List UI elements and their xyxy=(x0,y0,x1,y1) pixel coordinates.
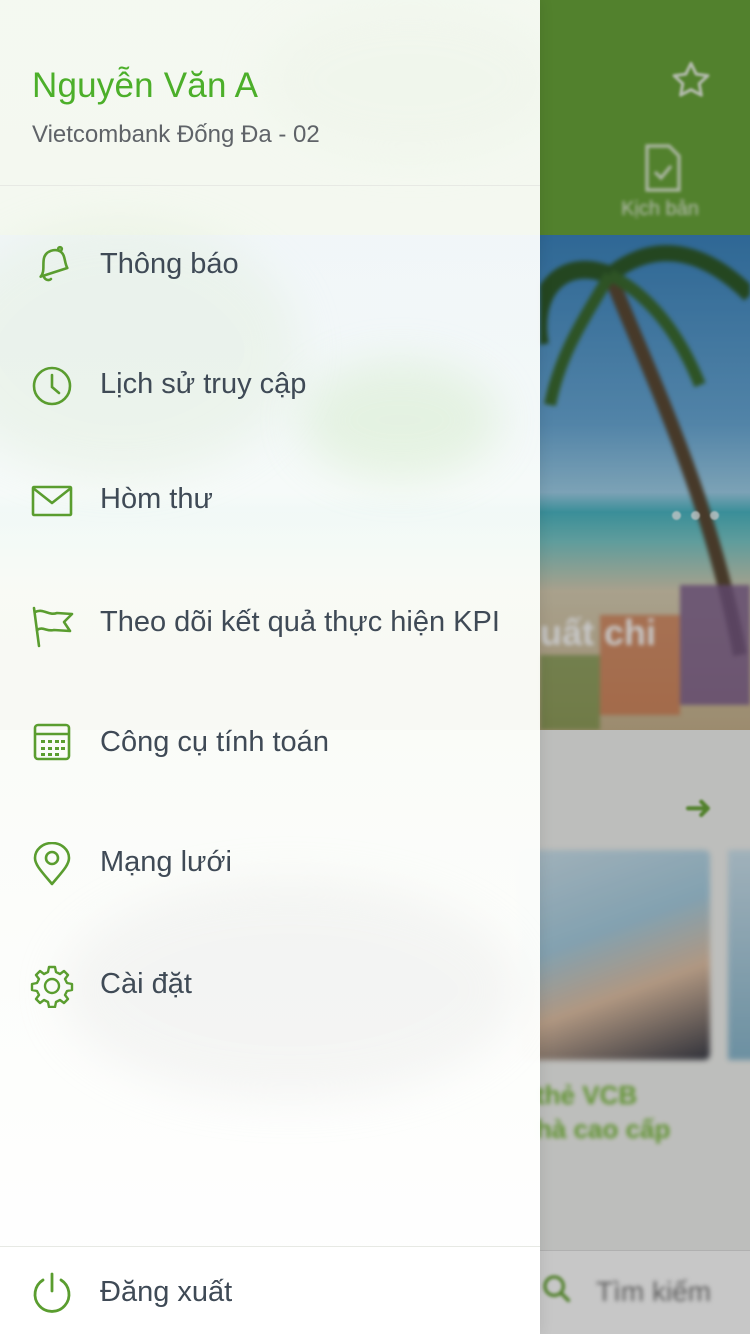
bell-icon xyxy=(30,242,74,286)
menu-item-mailbox[interactable]: Hòm thư xyxy=(0,455,540,545)
logout-label: Đăng xuất xyxy=(100,1276,233,1308)
menu-item-access-history[interactable]: Lịch sử truy cập xyxy=(0,340,540,430)
power-icon xyxy=(30,1271,74,1315)
profile-header[interactable]: Nguyễn Văn A Vietcombank Đống Đa - 02 xyxy=(0,0,540,186)
menu-item-kpi-tracking[interactable]: Theo dõi kết quả thực hiện KPI xyxy=(0,578,540,668)
calculator-icon xyxy=(30,720,74,764)
menu-item-settings[interactable]: Cài đặt xyxy=(0,940,540,1030)
menu-item-calculator[interactable]: Công cụ tính toán xyxy=(0,698,540,788)
user-name: Nguyễn Văn A xyxy=(32,66,259,105)
logout-button[interactable]: Đăng xuất xyxy=(0,1246,540,1334)
menu-label-mailbox: Hòm thư xyxy=(100,483,213,515)
mail-icon xyxy=(30,479,74,523)
menu-label-network: Mạng lưới xyxy=(100,846,232,878)
menu-label-kpi-tracking: Theo dõi kết quả thực hiện KPI xyxy=(100,606,500,638)
side-drawer: Nguyễn Văn A Vietcombank Đống Đa - 02 Th… xyxy=(0,0,540,1334)
menu-item-notifications[interactable]: Thông báo xyxy=(0,220,540,310)
flag-icon xyxy=(30,604,74,648)
menu-label-access-history: Lịch sử truy cập xyxy=(100,368,307,400)
menu-label-notifications: Thông báo xyxy=(100,248,239,280)
map-pin-icon xyxy=(30,841,74,886)
gear-icon xyxy=(30,964,74,1009)
drawer-scrim[interactable] xyxy=(540,0,750,1334)
menu-label-settings: Cài đặt xyxy=(100,968,192,1000)
clock-icon xyxy=(30,364,74,408)
user-branch: Vietcombank Đống Đa - 02 xyxy=(32,121,320,148)
menu-item-network[interactable]: Mạng lưới xyxy=(0,818,540,908)
menu-label-calculator: Công cụ tính toán xyxy=(100,726,329,758)
